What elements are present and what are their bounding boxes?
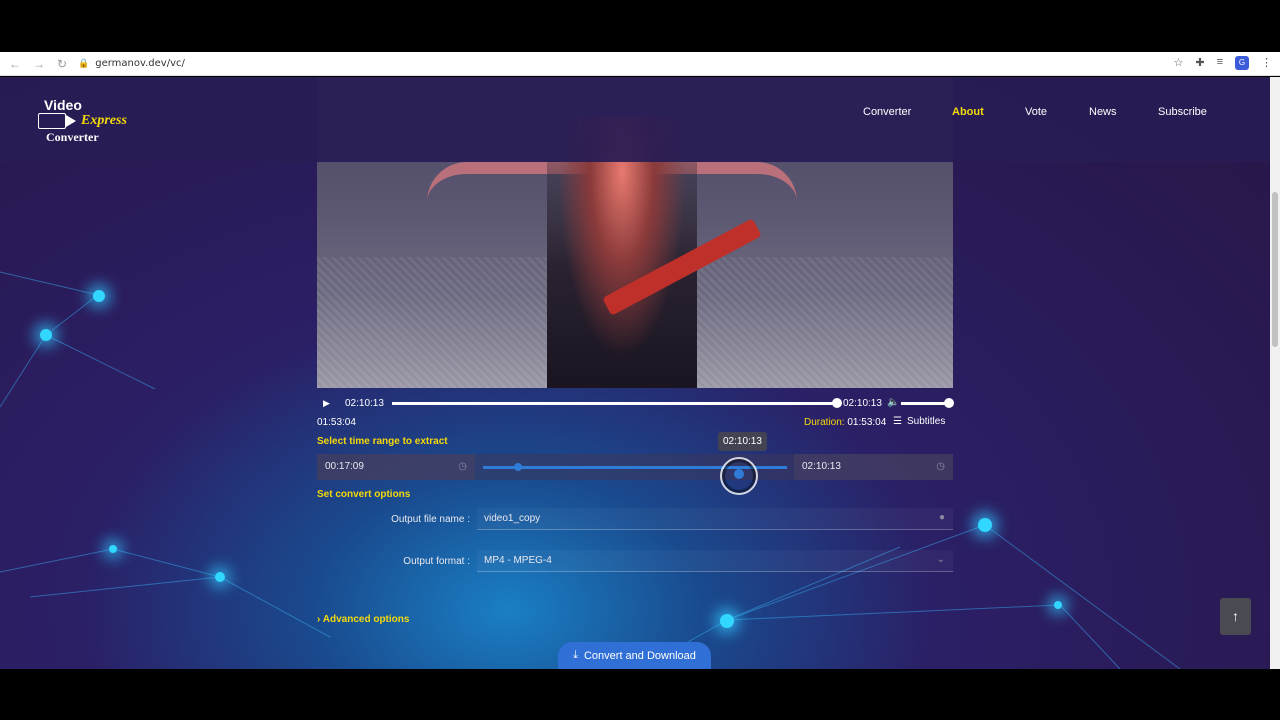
clock-icon: ◷	[458, 461, 467, 472]
format-label: Output format :	[403, 556, 470, 567]
chevron-down-icon: ⌄	[936, 554, 945, 565]
screen-top-bar	[0, 0, 1280, 52]
volume-icon[interactable]: 🔈	[887, 397, 899, 408]
filename-value: video1_copy	[484, 513, 541, 524]
page: Video Express Converter Converter About …	[0, 77, 1270, 669]
volume-bar[interactable]	[901, 402, 949, 405]
puzzle-icon[interactable]: ✚	[1195, 56, 1204, 70]
duration-label: Duration:	[804, 417, 845, 428]
network-node	[978, 518, 992, 532]
subtitles-button[interactable]: ☰ Subtitles	[893, 416, 945, 427]
end-time: 02:10:13	[843, 398, 882, 409]
reload-icon[interactable]: ↻	[57, 57, 67, 71]
filename-input[interactable]: video1_copy ●	[477, 508, 953, 530]
volume-handle[interactable]	[944, 398, 954, 408]
menu-about[interactable]: About	[952, 106, 984, 118]
range-tooltip: 02:10:13	[718, 432, 767, 451]
end-time-field[interactable]: 02:10:13 ◷	[794, 454, 953, 480]
menu-converter[interactable]: Converter	[863, 106, 911, 118]
clear-icon[interactable]: ●	[939, 512, 945, 523]
screen-bottom-bar	[0, 669, 1280, 720]
site-header: Video Express Converter Converter About …	[0, 77, 1270, 162]
advanced-options-label: Advanced options	[322, 614, 410, 625]
clock-icon: ◷	[936, 461, 945, 472]
menu-news[interactable]: News	[1089, 106, 1117, 118]
forward-icon[interactable]: →	[33, 57, 45, 71]
start-time-value: 00:17:09	[325, 461, 364, 472]
list-icon: ☰	[893, 416, 902, 427]
range-title: Select time range to extract	[317, 436, 448, 447]
player-controls: ▶ 02:10:13 02:10:13 🔈	[317, 388, 954, 418]
duration-value: 01:53:04	[847, 417, 887, 428]
network-node	[109, 545, 117, 553]
browser-toolbar: ← → ↻ 🔒 germanov.dev/vc/ ☆ ✚ ≡ G ⋮	[0, 52, 1280, 76]
network-node	[215, 572, 225, 582]
chevron-right-icon: ›	[317, 614, 321, 625]
end-time-value: 02:10:13	[802, 461, 841, 472]
network-node	[40, 329, 52, 341]
arrow-up-icon: ↑	[1232, 608, 1239, 624]
playlist-icon[interactable]: ≡	[1217, 56, 1223, 70]
start-time-field[interactable]: 00:17:09 ◷	[317, 454, 475, 480]
network-node	[720, 614, 734, 628]
format-value: MP4 - MPEG-4	[484, 555, 552, 566]
format-select[interactable]: MP4 - MPEG-4 ⌄	[477, 550, 953, 572]
range-end-dot	[734, 469, 744, 479]
scroll-top-button[interactable]: ↑	[1220, 598, 1251, 635]
convert-title: Set convert options	[317, 489, 411, 500]
menu-subscribe[interactable]: Subscribe	[1158, 106, 1207, 118]
logo-line1: Video	[44, 97, 82, 113]
position-time: 01:53:04	[317, 417, 356, 428]
menu-vote[interactable]: Vote	[1025, 106, 1047, 118]
current-time: 02:10:13	[345, 398, 384, 409]
convert-download-button[interactable]: ⤓ Convert and Download	[558, 642, 711, 669]
more-icon[interactable]: ⋮	[1261, 56, 1272, 70]
seek-handle[interactable]	[832, 398, 842, 408]
camera-icon	[38, 113, 66, 129]
time-range-row: 00:17:09 ◷ 02:10:13 02:10:13 ◷	[317, 432, 953, 495]
back-icon[interactable]: ←	[9, 57, 21, 71]
convert-button-label: Convert and Download	[583, 649, 696, 662]
lock-icon[interactable]: 🔒	[78, 58, 89, 69]
scrollbar-thumb[interactable]	[1272, 192, 1278, 347]
download-icon: ⤓	[573, 649, 578, 661]
advanced-options-toggle[interactable]: › Advanced options	[317, 614, 409, 625]
network-node	[1054, 601, 1062, 609]
profile-icon[interactable]: G	[1235, 56, 1249, 70]
site-logo[interactable]: Video Express Converter	[38, 97, 138, 147]
network-node	[93, 290, 105, 302]
filename-label: Output file name :	[391, 514, 470, 525]
duration: Duration: 01:53:04	[804, 417, 886, 428]
play-icon[interactable]: ▶	[323, 398, 330, 409]
player-info: 01:53:04 Duration: 01:53:04 ☰ Subtitles	[317, 416, 953, 435]
address-bar[interactable]: germanov.dev/vc/	[95, 58, 185, 69]
logo-line2: Express	[81, 113, 127, 128]
range-end-handle[interactable]	[720, 457, 758, 495]
seek-bar[interactable]	[392, 402, 836, 405]
range-start-handle[interactable]	[514, 463, 522, 471]
star-icon[interactable]: ☆	[1173, 56, 1183, 70]
subtitles-label: Subtitles	[906, 416, 946, 427]
logo-line3: Converter	[46, 130, 99, 144]
page-scrollbar[interactable]	[1270, 77, 1280, 669]
